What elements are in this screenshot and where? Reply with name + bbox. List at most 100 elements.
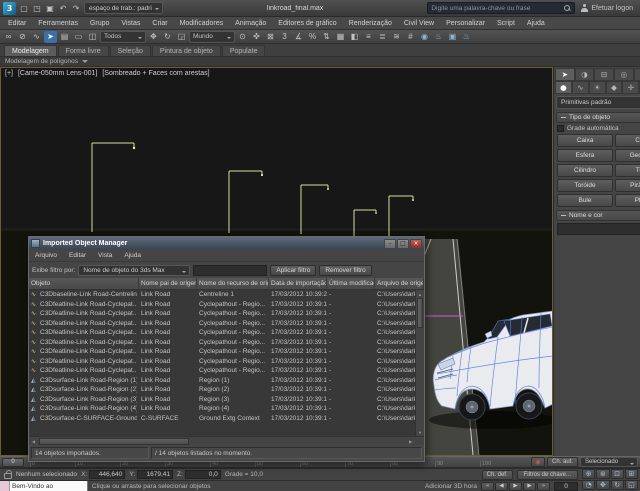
modify-tab-icon[interactable]: ◑ bbox=[575, 68, 595, 81]
helpers-icon[interactable]: ✛ bbox=[622, 81, 639, 94]
column-header[interactable]: Arquivo de origem bbox=[375, 278, 424, 289]
max-logo-icon[interactable]: 3 bbox=[3, 2, 16, 15]
table-row[interactable]: C3Dsurface-Link Road-Region (1) Link Roa… bbox=[29, 376, 415, 386]
filter-text-input[interactable] bbox=[193, 265, 267, 276]
ribbon-tab[interactable]: Modelagem bbox=[4, 45, 57, 56]
minimize-button[interactable]: – bbox=[384, 239, 396, 249]
table-row[interactable]: C3Dsurface-Link Road-Region (2) Link Roa… bbox=[29, 385, 415, 395]
menu-item[interactable]: Editar bbox=[2, 20, 32, 27]
maxscript-mini-listener[interactable]: Bem-Vindo ao bbox=[0, 481, 88, 491]
object-type-button[interactable]: Cilindro bbox=[557, 164, 613, 177]
close-button[interactable]: × bbox=[410, 239, 422, 249]
previous-frame-icon[interactable]: ◀ bbox=[495, 482, 508, 491]
layer-manager-icon[interactable]: ≣ bbox=[376, 31, 389, 43]
search-input[interactable] bbox=[431, 5, 561, 12]
ribbon-panel-strip[interactable]: Modelagem de polígonos bbox=[0, 56, 640, 67]
pan-icon[interactable]: ✥ bbox=[596, 480, 609, 490]
dialog-title-bar[interactable]: Imported Object Manager –□× bbox=[29, 237, 424, 250]
filter-type-dropdown[interactable]: Nome de objeto do 3ds Max bbox=[78, 265, 190, 276]
align-icon[interactable]: ≡ bbox=[362, 31, 375, 43]
zoom-icon[interactable]: ⊕ bbox=[582, 469, 595, 479]
object-type-button[interactable]: Caixa bbox=[557, 134, 613, 147]
table-row[interactable]: C3Dfeatline-Link Road-Cyclepat... Link R… bbox=[29, 366, 415, 376]
rollout-object-type[interactable]: Tipo de objeto bbox=[556, 112, 640, 123]
unlink-icon[interactable]: ⊘ bbox=[16, 31, 29, 43]
zoom-extents-icon[interactable]: ⊡ bbox=[611, 469, 624, 479]
lights-icon[interactable]: ☀ bbox=[589, 81, 606, 94]
fov-icon[interactable]: ◔ bbox=[582, 480, 595, 490]
set-key-mode-button[interactable]: Ch. def. bbox=[482, 470, 513, 480]
object-type-button[interactable]: Plano bbox=[615, 194, 640, 207]
object-type-button[interactable]: Esfera bbox=[557, 149, 613, 162]
menu-item[interactable]: Criar bbox=[146, 20, 173, 27]
orbit-icon[interactable]: ↻ bbox=[611, 480, 624, 490]
open-file-icon[interactable]: ◳ bbox=[31, 2, 43, 14]
menu-item[interactable]: Editores de gráfico bbox=[272, 20, 342, 27]
next-frame-icon[interactable]: ▶ bbox=[523, 482, 536, 491]
use-pivot-center-icon[interactable]: ⊙ bbox=[236, 31, 249, 43]
selection-filter-dropdown[interactable]: Todos bbox=[100, 31, 146, 43]
column-header[interactable]: Data de importação bbox=[269, 278, 327, 289]
selection-set-dropdown[interactable]: Selecionado bbox=[580, 457, 638, 467]
add-time-tag[interactable]: Adicionar 3D hora bbox=[425, 483, 477, 490]
autogrid-checkbox[interactable] bbox=[557, 125, 564, 132]
object-type-button[interactable]: Geosfera bbox=[615, 149, 640, 162]
select-move-icon[interactable]: ✥ bbox=[147, 31, 160, 43]
maximize-button[interactable]: □ bbox=[397, 239, 409, 249]
angle-snap-icon[interactable]: ∡ bbox=[292, 31, 305, 43]
zoom-all-icon[interactable]: ⊛ bbox=[596, 469, 609, 479]
table-row[interactable]: C3Dfeatline-Link Road-Cyclepat... Link R… bbox=[29, 357, 415, 367]
percent-snap-icon[interactable]: % bbox=[306, 31, 319, 43]
object-type-button[interactable]: Tubo bbox=[615, 164, 640, 177]
viewport-shading-label[interactable]: [Sombreado + Faces com arestas] bbox=[102, 70, 209, 77]
scroll-up-icon[interactable] bbox=[416, 290, 424, 298]
schematic-view-icon[interactable]: # bbox=[404, 31, 417, 43]
hscrollbar-thumb[interactable] bbox=[39, 438, 189, 445]
menu-item[interactable]: Grupo bbox=[84, 20, 115, 27]
curve-editor-icon[interactable]: ≋ bbox=[390, 31, 403, 43]
ribbon-tab[interactable]: Forma livre bbox=[58, 45, 109, 56]
rollout-name-color[interactable]: Nome e cor bbox=[556, 210, 640, 221]
selection-lock-icon[interactable] bbox=[4, 473, 12, 479]
viewport-pov-label[interactable]: [Came-050mm Lens-001] bbox=[18, 70, 97, 77]
shapes-icon[interactable]: ∿ bbox=[572, 81, 589, 94]
time-slider-handle[interactable]: 0 bbox=[2, 458, 24, 467]
table-row[interactable]: C3Dfeatline-Link Road-Cyclepat... Link R… bbox=[29, 328, 415, 338]
dialog-menu-item[interactable]: Vista bbox=[92, 252, 118, 259]
viewport-menu-plus[interactable]: [+] bbox=[5, 70, 13, 77]
dialog-menu-item[interactable]: Arquivo bbox=[29, 252, 63, 259]
maximize-viewport-icon[interactable]: ◱ bbox=[625, 480, 638, 490]
ribbon-tab[interactable]: Populate bbox=[222, 45, 266, 56]
y-field[interactable] bbox=[137, 470, 173, 479]
scrollbar-thumb[interactable] bbox=[417, 298, 423, 328]
geometry-icon[interactable]: ● bbox=[555, 81, 572, 94]
dialog-menu-item[interactable]: Editar bbox=[63, 252, 92, 259]
object-type-button[interactable]: Bule bbox=[557, 194, 613, 207]
select-scale-icon[interactable]: ◲ bbox=[175, 31, 188, 43]
object-type-button[interactable]: Pirâmide bbox=[615, 179, 640, 192]
keyboard-override-icon[interactable]: ⊠ bbox=[264, 31, 277, 43]
menu-item[interactable]: Ferramentas bbox=[32, 20, 84, 27]
ribbon-tab[interactable]: Seleção bbox=[110, 45, 151, 56]
selection-region-icon[interactable]: ▭ bbox=[72, 31, 85, 43]
menu-item[interactable]: Renderização bbox=[343, 20, 398, 27]
rendered-frame-icon[interactable]: ▣ bbox=[446, 31, 459, 43]
table-row[interactable]: C3Dsurface-C-SURFACE-Ground ... C-SURFAC… bbox=[29, 414, 415, 424]
window-crossing-icon[interactable]: ◫ bbox=[86, 31, 99, 43]
material-editor-icon[interactable]: ◉ bbox=[418, 31, 431, 43]
snap-toggle-icon[interactable]: 3 bbox=[278, 31, 291, 43]
menu-item[interactable]: Animação bbox=[229, 20, 272, 27]
redo-icon[interactable]: ↷ bbox=[70, 2, 82, 14]
search-icon[interactable] bbox=[564, 5, 571, 12]
hierarchy-tab-icon[interactable]: ⊟ bbox=[594, 68, 614, 81]
category-dropdown[interactable]: Primitivas padrão bbox=[556, 96, 640, 109]
table-row[interactable]: C3Dfeatline-Link Road-Cyclepat... Link R… bbox=[29, 338, 415, 348]
column-header[interactable]: Nome pai de origem bbox=[139, 278, 197, 289]
workspace-dropdown[interactable]: espaço de trab.: padri bbox=[84, 2, 163, 14]
select-object-icon[interactable]: ➤ bbox=[44, 31, 57, 43]
cameras-icon[interactable]: ◆ bbox=[606, 81, 623, 94]
auto-key-button[interactable]: Ch. aut. bbox=[547, 457, 578, 467]
mirror-icon[interactable]: ◧ bbox=[348, 31, 361, 43]
current-frame-field[interactable] bbox=[554, 482, 578, 491]
table-row[interactable]: C3Dfeatline-Link Road-Cyclepat... Link R… bbox=[29, 347, 415, 357]
